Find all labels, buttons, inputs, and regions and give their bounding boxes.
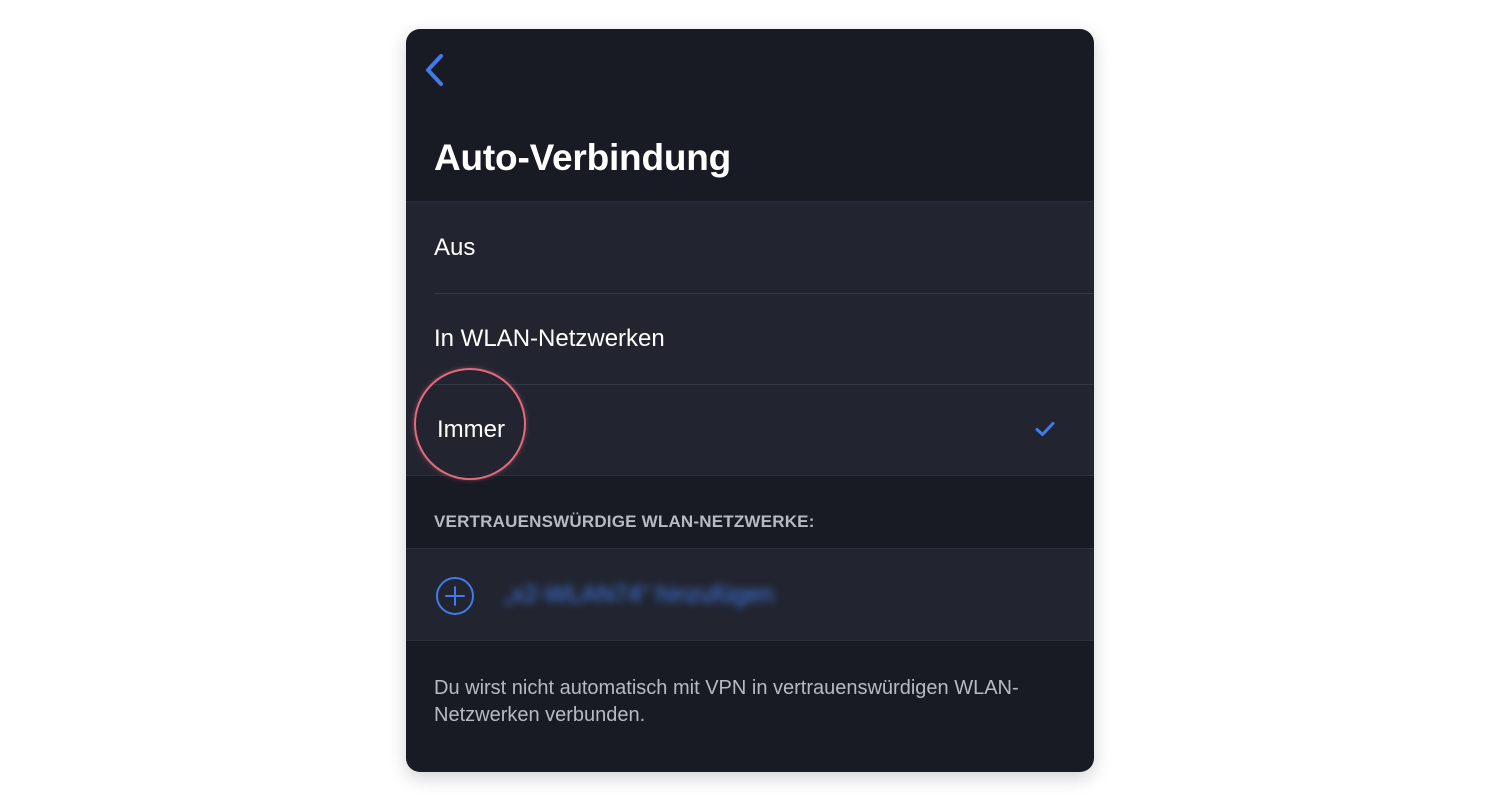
page-title: Auto-Verbindung [434, 137, 732, 178]
checkmark-icon [1035, 422, 1055, 436]
plus-circle-icon [436, 577, 474, 615]
auto-connect-options: Aus In WLAN-Netzwerken Immer [406, 201, 1094, 480]
screenshot-stage: Auto-Verbindung Aus In WLAN-Netzwerken I… [0, 0, 1500, 800]
footer-note: Du wirst nicht automatisch mit VPN in ve… [434, 677, 1019, 726]
option-label: Aus [434, 234, 476, 261]
settings-panel: Auto-Verbindung Aus In WLAN-Netzwerken I… [406, 29, 1094, 772]
add-trusted-network-button[interactable]: „x2-WLAN74“ hinzufügen [406, 548, 1094, 641]
add-network-label: „x2-WLAN74“ hinzufügen [504, 581, 774, 608]
option-always[interactable]: Immer [406, 368, 1094, 480]
trusted-networks-header: VERTRAUENSWÜRDIGE WLAN-NETZWERKE: [434, 512, 815, 531]
option-wlan-networks[interactable]: In WLAN-Netzwerken [406, 293, 1094, 384]
chevron-left-icon [426, 54, 443, 86]
option-off[interactable]: Aus [406, 202, 1094, 293]
option-label: In WLAN-Netzwerken [434, 325, 665, 352]
back-button[interactable] [420, 49, 456, 93]
option-label: Immer [437, 416, 505, 443]
